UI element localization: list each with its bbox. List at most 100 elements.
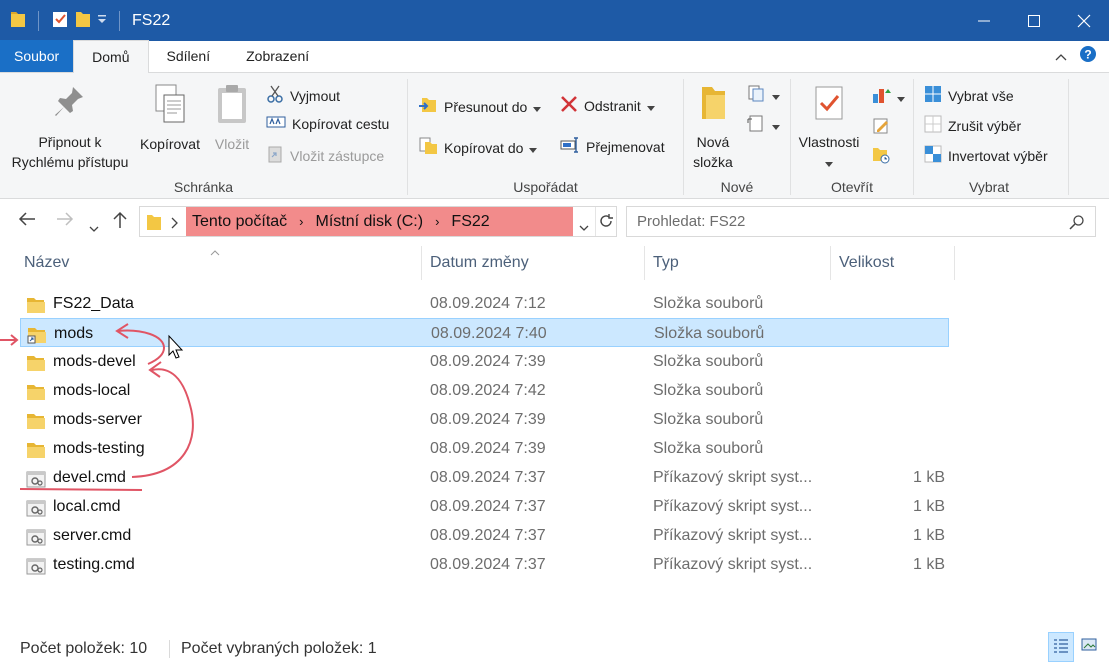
- open-button[interactable]: [871, 85, 905, 108]
- pin-quick-access-button[interactable]: Připnout k Rychlému přístupu: [6, 83, 134, 172]
- refresh-icon[interactable]: [598, 213, 614, 233]
- file-type: Složka souborů: [653, 440, 764, 457]
- chevron-right-icon[interactable]: ›: [429, 214, 445, 229]
- select-all-button[interactable]: Vybrat vše: [924, 85, 1014, 106]
- file-row[interactable]: server.cmd 08.09.2024 7:37 Příkazový skrip…: [20, 521, 949, 550]
- breadcrumb-local-disk[interactable]: Místní disk (C:): [310, 213, 430, 231]
- column-header-size[interactable]: Velikost: [839, 244, 894, 282]
- file-name: mods: [54, 325, 94, 342]
- file-type: Příkazový skript syst...: [653, 527, 813, 544]
- column-header-type[interactable]: Typ: [653, 244, 679, 282]
- folder-link-icon: [27, 325, 47, 344]
- folder-icon: [26, 440, 46, 458]
- file-row[interactable]: mods 08.09.2024 7:40 Složka souborů: [20, 318, 949, 347]
- file-type: Složka souborů: [653, 353, 764, 370]
- group-label-organize: Uspořádat: [513, 179, 578, 195]
- breadcrumb-fs22[interactable]: FS22: [445, 213, 495, 231]
- new-folder-button[interactable]: Nová složka: [688, 83, 738, 172]
- folder-icon: [146, 213, 162, 235]
- group-label-open: Otevřít: [830, 179, 873, 195]
- search-input[interactable]: Prohledat: FS22: [626, 206, 1096, 237]
- scissors-icon: [266, 85, 284, 106]
- status-item-count: Počet položek: 10: [20, 640, 148, 657]
- search-icon[interactable]: [1069, 214, 1085, 234]
- ribbon-tabs: Soubor Domů Sdílení Zobrazení ?: [0, 40, 1109, 73]
- copy-to-icon: [418, 136, 438, 159]
- details-view-icon: [1053, 637, 1069, 657]
- file-date: 08.09.2024 7:12: [430, 295, 546, 312]
- chevron-right-icon[interactable]: ›: [293, 214, 309, 229]
- back-arrow-icon[interactable]: [18, 211, 36, 232]
- rename-button[interactable]: Přejmenovat: [560, 136, 665, 157]
- group-label-new: Nové: [720, 179, 754, 195]
- file-date: 08.09.2024 7:37: [430, 556, 546, 573]
- history-button[interactable]: [871, 145, 891, 168]
- tab-sdileni[interactable]: Sdílení: [149, 40, 229, 72]
- forward-arrow-icon[interactable]: [56, 211, 74, 232]
- file-name: mods-server: [53, 411, 142, 428]
- new-folder-icon: [688, 83, 738, 128]
- annotation-arrow-left: [0, 334, 19, 346]
- select-none-button[interactable]: Zrušit výběr: [924, 115, 1021, 136]
- file-name: mods-testing: [53, 440, 145, 457]
- minimize-ribbon-icon[interactable]: [1055, 48, 1067, 65]
- file-row[interactable]: mods-testing 08.09.2024 7:39 Složka soubor…: [20, 434, 949, 463]
- clipboard-paste-icon: [208, 83, 256, 130]
- group-select: Vybrat vše Zrušit výběr Invertovat výběr…: [914, 73, 1064, 199]
- large-icons-view-button[interactable]: [1076, 632, 1102, 662]
- chevron-right-icon[interactable]: [170, 216, 178, 233]
- copy-to-button[interactable]: Kopírovat do: [418, 136, 538, 159]
- file-name: server.cmd: [53, 527, 132, 544]
- file-row[interactable]: mods-server 08.09.2024 7:39 Složka souborů: [20, 405, 949, 434]
- recent-locations-icon[interactable]: [89, 216, 99, 237]
- new-folder-qat-icon[interactable]: [75, 10, 91, 32]
- close-button[interactable]: [1059, 0, 1109, 41]
- tab-zobrazeni[interactable]: Zobrazení: [228, 40, 327, 72]
- delete-button[interactable]: Odstranit: [560, 95, 655, 116]
- file-row[interactable]: devel.cmd 08.09.2024 7:37 Příkazový skript…: [20, 463, 949, 492]
- edit-button[interactable]: [871, 115, 891, 138]
- minimize-button[interactable]: [959, 0, 1009, 41]
- column-header-name[interactable]: Název: [24, 244, 69, 282]
- tab-soubor[interactable]: Soubor: [0, 40, 74, 72]
- file-row[interactable]: mods-local 08.09.2024 7:42 Složka souborů: [20, 376, 949, 405]
- copy-button[interactable]: Kopírovat: [135, 83, 205, 154]
- customize-qat-icon[interactable]: [97, 12, 107, 29]
- dropdown-arrow-icon: [772, 117, 780, 133]
- file-row[interactable]: mods-devel 08.09.2024 7:39 Složka souborů: [20, 347, 949, 376]
- paste-button[interactable]: Vložit: [208, 83, 256, 154]
- properties-button[interactable]: Vlastnosti: [793, 83, 865, 172]
- status-selected-count: Počet vybraných položek: 1: [181, 640, 377, 657]
- copy-path-button[interactable]: Kopírovat cestu: [266, 115, 389, 132]
- dropdown-arrow-icon: [529, 140, 538, 156]
- cut-button[interactable]: Vyjmout: [266, 85, 340, 106]
- cmd-script-icon: [26, 556, 46, 575]
- breadcrumb-this-pc[interactable]: Tento počítač: [186, 213, 293, 231]
- file-type: Příkazový skript syst...: [653, 556, 813, 573]
- file-row[interactable]: FS22_Data 08.09.2024 7:12 Složka souborů: [20, 289, 949, 318]
- details-view-button[interactable]: [1048, 632, 1074, 662]
- group-new: Nová složka Nové: [684, 73, 790, 199]
- help-icon[interactable]: ?: [1079, 45, 1097, 67]
- address-dropdown-icon[interactable]: [579, 218, 589, 235]
- properties-icon: [793, 83, 865, 128]
- open-icon: [871, 85, 891, 108]
- maximize-icon: [1028, 14, 1040, 27]
- move-to-button[interactable]: Přesunout do: [418, 95, 542, 118]
- properties-qat-icon[interactable]: [51, 10, 69, 32]
- paste-shortcut-button[interactable]: Vložit zástupce: [266, 145, 384, 166]
- tab-domu[interactable]: Domů: [73, 40, 149, 73]
- up-arrow-icon[interactable]: [112, 211, 128, 234]
- easy-access-button[interactable]: [746, 113, 780, 136]
- file-size: 1 kB: [912, 469, 945, 486]
- file-row[interactable]: local.cmd 08.09.2024 7:37 Příkazový skript…: [20, 492, 949, 521]
- file-row[interactable]: testing.cmd 08.09.2024 7:37 Příkazový skri…: [20, 550, 949, 579]
- svg-text:?: ?: [1084, 48, 1091, 62]
- group-open: Vlastnosti Otevřít: [791, 73, 913, 199]
- cmd-script-icon: [26, 527, 46, 546]
- file-date: 08.09.2024 7:39: [430, 440, 546, 457]
- new-item-button[interactable]: [746, 83, 780, 106]
- column-header-date[interactable]: Datum změny: [430, 244, 529, 282]
- invert-selection-button[interactable]: Invertovat výběr: [924, 145, 1048, 166]
- maximize-button[interactable]: [1009, 0, 1059, 41]
